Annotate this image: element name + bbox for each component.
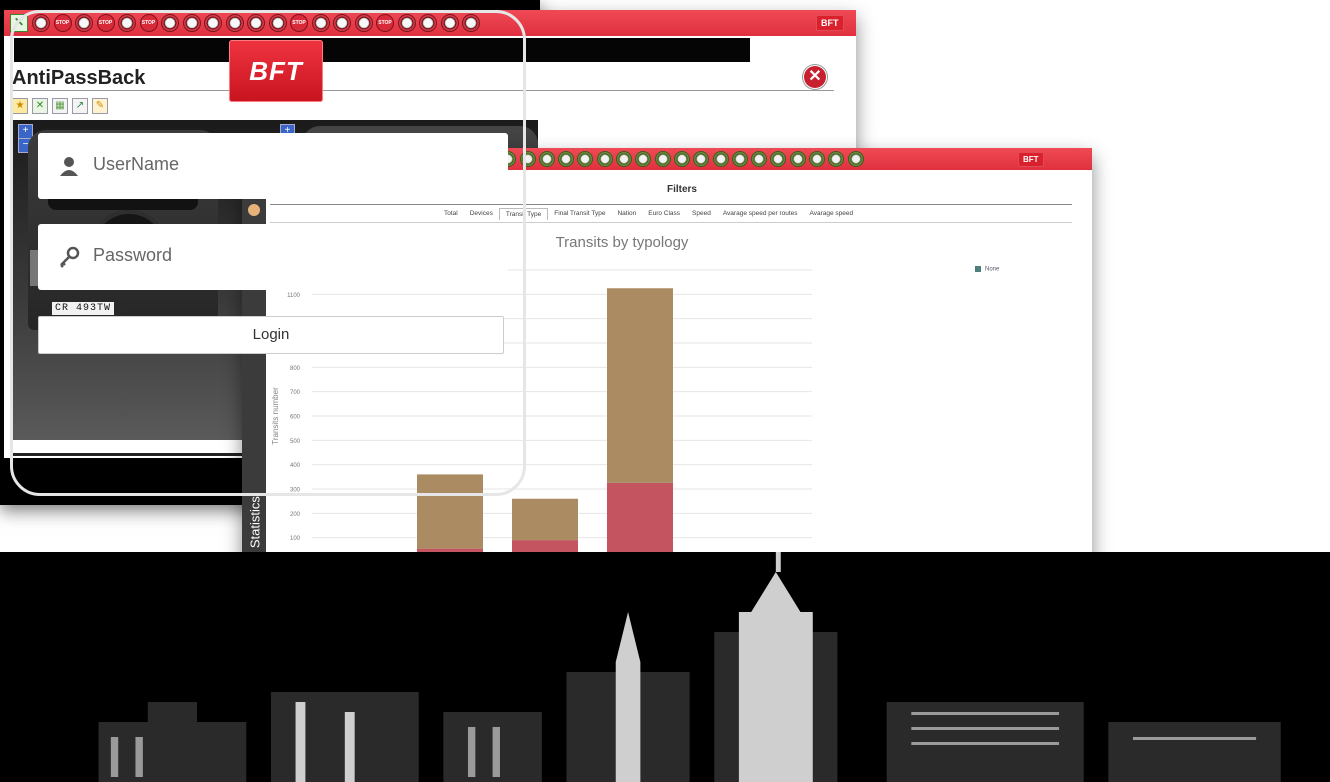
password-field[interactable]	[38, 224, 508, 290]
tab-avarage-speed[interactable]: Avarage speed	[804, 208, 860, 220]
device-switch-icon[interactable]	[693, 151, 710, 167]
device-switch-icon[interactable]	[828, 151, 845, 167]
bft-logo-small: BFT	[816, 15, 844, 31]
filters-heading: Filters	[666, 184, 697, 195]
device-switch-icon[interactable]	[809, 151, 826, 167]
legend-label: None	[985, 266, 1000, 273]
bar-segment	[512, 498, 578, 541]
bar-segment	[607, 288, 673, 483]
device-switch-icon[interactable]	[673, 151, 690, 167]
device-switch-icon[interactable]	[751, 151, 768, 167]
key-icon	[60, 246, 80, 268]
device-switch-icon[interactable]	[789, 151, 806, 167]
device-switch-icon[interactable]	[596, 151, 613, 167]
device-switch-icon[interactable]	[635, 151, 652, 167]
tab-avarage-speed-per-routes[interactable]: Avarage speed per routes	[717, 208, 804, 220]
bar-segment	[607, 482, 673, 562]
bft-logo-small: BFT	[1018, 152, 1044, 167]
password-input[interactable]	[93, 245, 473, 266]
tab-nation[interactable]: Nation	[611, 208, 642, 220]
username-field[interactable]	[38, 133, 508, 199]
device-switch-icon[interactable]	[616, 151, 633, 167]
chart-legend: None	[975, 266, 999, 273]
login-window: BFT Login	[0, 0, 1330, 782]
login-button[interactable]: Login	[38, 316, 504, 354]
tab-final-transit-type[interactable]: Final Transit Type	[548, 208, 611, 220]
device-switch-icon[interactable]	[847, 151, 864, 167]
tab-speed[interactable]: Speed	[686, 208, 717, 220]
device-switch-icon[interactable]	[558, 151, 575, 167]
y-tick-label: 100	[290, 536, 301, 542]
device-switch-icon[interactable]	[654, 151, 671, 167]
close-window-button[interactable]: ✕	[804, 66, 826, 88]
y-tick-label: 200	[290, 512, 301, 518]
user-icon	[60, 157, 78, 176]
device-switch-icon[interactable]	[577, 151, 594, 167]
legend-swatch	[975, 266, 981, 272]
device-switch-icon[interactable]	[731, 151, 748, 167]
chart-title: Transits by typology	[555, 234, 689, 251]
tab-euro-class[interactable]: Euro Class	[642, 208, 686, 220]
device-switch-icon[interactable]	[712, 151, 729, 167]
bft-logo: BFT	[229, 40, 323, 102]
device-switch-icon[interactable]	[538, 151, 555, 167]
username-input[interactable]	[93, 154, 473, 175]
device-switch-icon[interactable]	[770, 151, 787, 167]
